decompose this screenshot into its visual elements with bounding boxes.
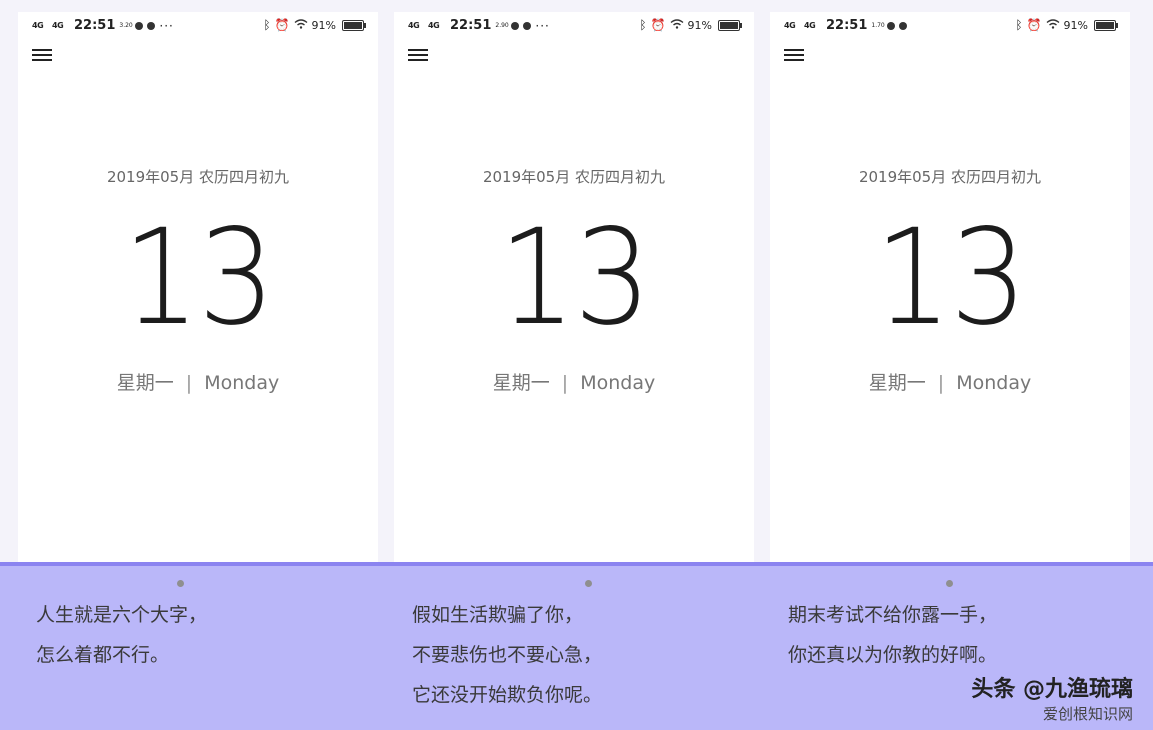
wechat-notification-icon <box>147 21 156 30</box>
status-time: 22:51 <box>74 18 116 33</box>
wifi-icon <box>670 18 684 32</box>
more-notifications-icon: ··· <box>159 18 174 33</box>
network-indicator-2: 4G <box>428 20 440 30</box>
caption-line: 不要悲伤也不要心急， <box>412 644 603 666</box>
date-line: 2019年05月 农历四月初九 <box>18 166 378 187</box>
alarm-icon: ⏰ <box>274 18 290 32</box>
bluetooth-icon: ᛒ <box>639 18 647 32</box>
menu-icon[interactable] <box>32 46 52 64</box>
chat-notification-icon <box>887 21 896 30</box>
watermark: 头条 @九渔琉璃 爱创根知识网 <box>971 671 1133 724</box>
chat-notification-icon <box>511 21 520 30</box>
status-bar: 4G 4G 22:51 1.70 ᛒ ⏰ 91% <box>770 12 1130 38</box>
caption-line: 它还没开始欺负你呢。 <box>412 684 603 706</box>
phone-screen-1: 4G 4G 22:51 3.20 ··· ᛒ ⏰ 91% 2019年05月 农历… <box>18 12 378 572</box>
status-time: 22:51 <box>450 18 492 33</box>
date-line: 2019年05月 农历四月初九 <box>770 166 1130 187</box>
caption-line: 你还真以为你教的好啊。 <box>788 644 998 666</box>
weekday-cn: 星期一 <box>116 372 174 394</box>
weekday-en: Monday <box>204 372 280 394</box>
caption-line: 假如生活欺骗了你， <box>412 604 584 626</box>
menu-icon[interactable] <box>408 46 428 64</box>
pager-dot <box>177 580 184 587</box>
wifi-icon <box>1046 18 1060 32</box>
network-speed: 2.90 <box>495 21 509 29</box>
status-bar: 4G 4G 22:51 2.90 ··· ᛒ ⏰ 91% <box>394 12 754 38</box>
weekday-line: 星期一 | Monday <box>770 368 1130 395</box>
network-speed: 1.70 <box>871 21 885 29</box>
lunar-date: 农历四月初九 <box>951 168 1042 186</box>
more-notifications-icon: ··· <box>535 18 550 33</box>
weekday-cn: 星期一 <box>492 372 550 394</box>
pager-dot <box>946 580 953 587</box>
network-indicator: 4G <box>32 20 44 30</box>
day-number: 13 <box>122 201 276 355</box>
alarm-icon: ⏰ <box>1026 18 1042 32</box>
caption-line: 期末考试不给你露一手， <box>788 604 998 626</box>
year-month: 2019年05月 <box>106 168 195 186</box>
divider: | <box>561 372 569 394</box>
alarm-icon: ⏰ <box>650 18 666 32</box>
lunar-date: 农历四月初九 <box>199 168 290 186</box>
battery-percent: 91% <box>1063 18 1088 32</box>
bluetooth-icon: ᛒ <box>263 18 271 32</box>
watermark-author: 头条 @九渔琉璃 <box>971 677 1133 702</box>
caption-line: 怎么着都不行。 <box>36 644 170 666</box>
network-indicator-2: 4G <box>804 20 816 30</box>
day-number: 13 <box>874 201 1028 355</box>
network-indicator: 4G <box>784 20 796 30</box>
watermark-site: 爱创根知识网 <box>1042 705 1133 723</box>
network-indicator: 4G <box>408 20 420 30</box>
battery-icon <box>342 19 366 31</box>
wifi-icon <box>294 18 308 32</box>
chat-notification-icon <box>135 21 144 30</box>
menu-icon[interactable] <box>784 46 804 64</box>
year-month: 2019年05月 <box>482 168 571 186</box>
day-number: 13 <box>498 201 652 355</box>
phone-screen-2: 4G 4G 22:51 2.90 ··· ᛒ ⏰ 91% 2019年05月 农历… <box>394 12 754 572</box>
network-indicator-2: 4G <box>52 20 64 30</box>
bluetooth-icon: ᛒ <box>1015 18 1023 32</box>
weekday-cn: 星期一 <box>868 372 926 394</box>
battery-icon <box>1094 19 1118 31</box>
battery-percent: 91% <box>687 18 712 32</box>
divider: | <box>185 372 193 394</box>
divider: | <box>937 372 945 394</box>
caption-line: 人生就是六个大字， <box>36 604 208 626</box>
phone-screen-3: 4G 4G 22:51 1.70 ᛒ ⏰ 91% 2019年05月 农历四月初九… <box>770 12 1130 572</box>
status-bar: 4G 4G 22:51 3.20 ··· ᛒ ⏰ 91% <box>18 12 378 38</box>
caption-2: 假如生活欺骗了你， 不要悲伤也不要心急， 它还没开始欺负你呢。 <box>412 595 762 715</box>
battery-icon <box>718 19 742 31</box>
date-line: 2019年05月 农历四月初九 <box>394 166 754 187</box>
weekday-en: Monday <box>956 372 1032 394</box>
wechat-notification-icon <box>523 21 532 30</box>
lunar-date: 农历四月初九 <box>575 168 666 186</box>
battery-percent: 91% <box>311 18 336 32</box>
weekday-line: 星期一 | Monday <box>18 368 378 395</box>
wechat-notification-icon <box>899 21 908 30</box>
year-month: 2019年05月 <box>858 168 947 186</box>
weekday-line: 星期一 | Monday <box>394 368 754 395</box>
caption-1: 人生就是六个大字， 怎么着都不行。 <box>36 595 386 675</box>
caption-3: 期末考试不给你露一手， 你还真以为你教的好啊。 <box>788 595 1138 675</box>
network-speed: 3.20 <box>119 21 133 29</box>
pager-dot <box>585 580 592 587</box>
status-time: 22:51 <box>826 18 868 33</box>
weekday-en: Monday <box>580 372 656 394</box>
